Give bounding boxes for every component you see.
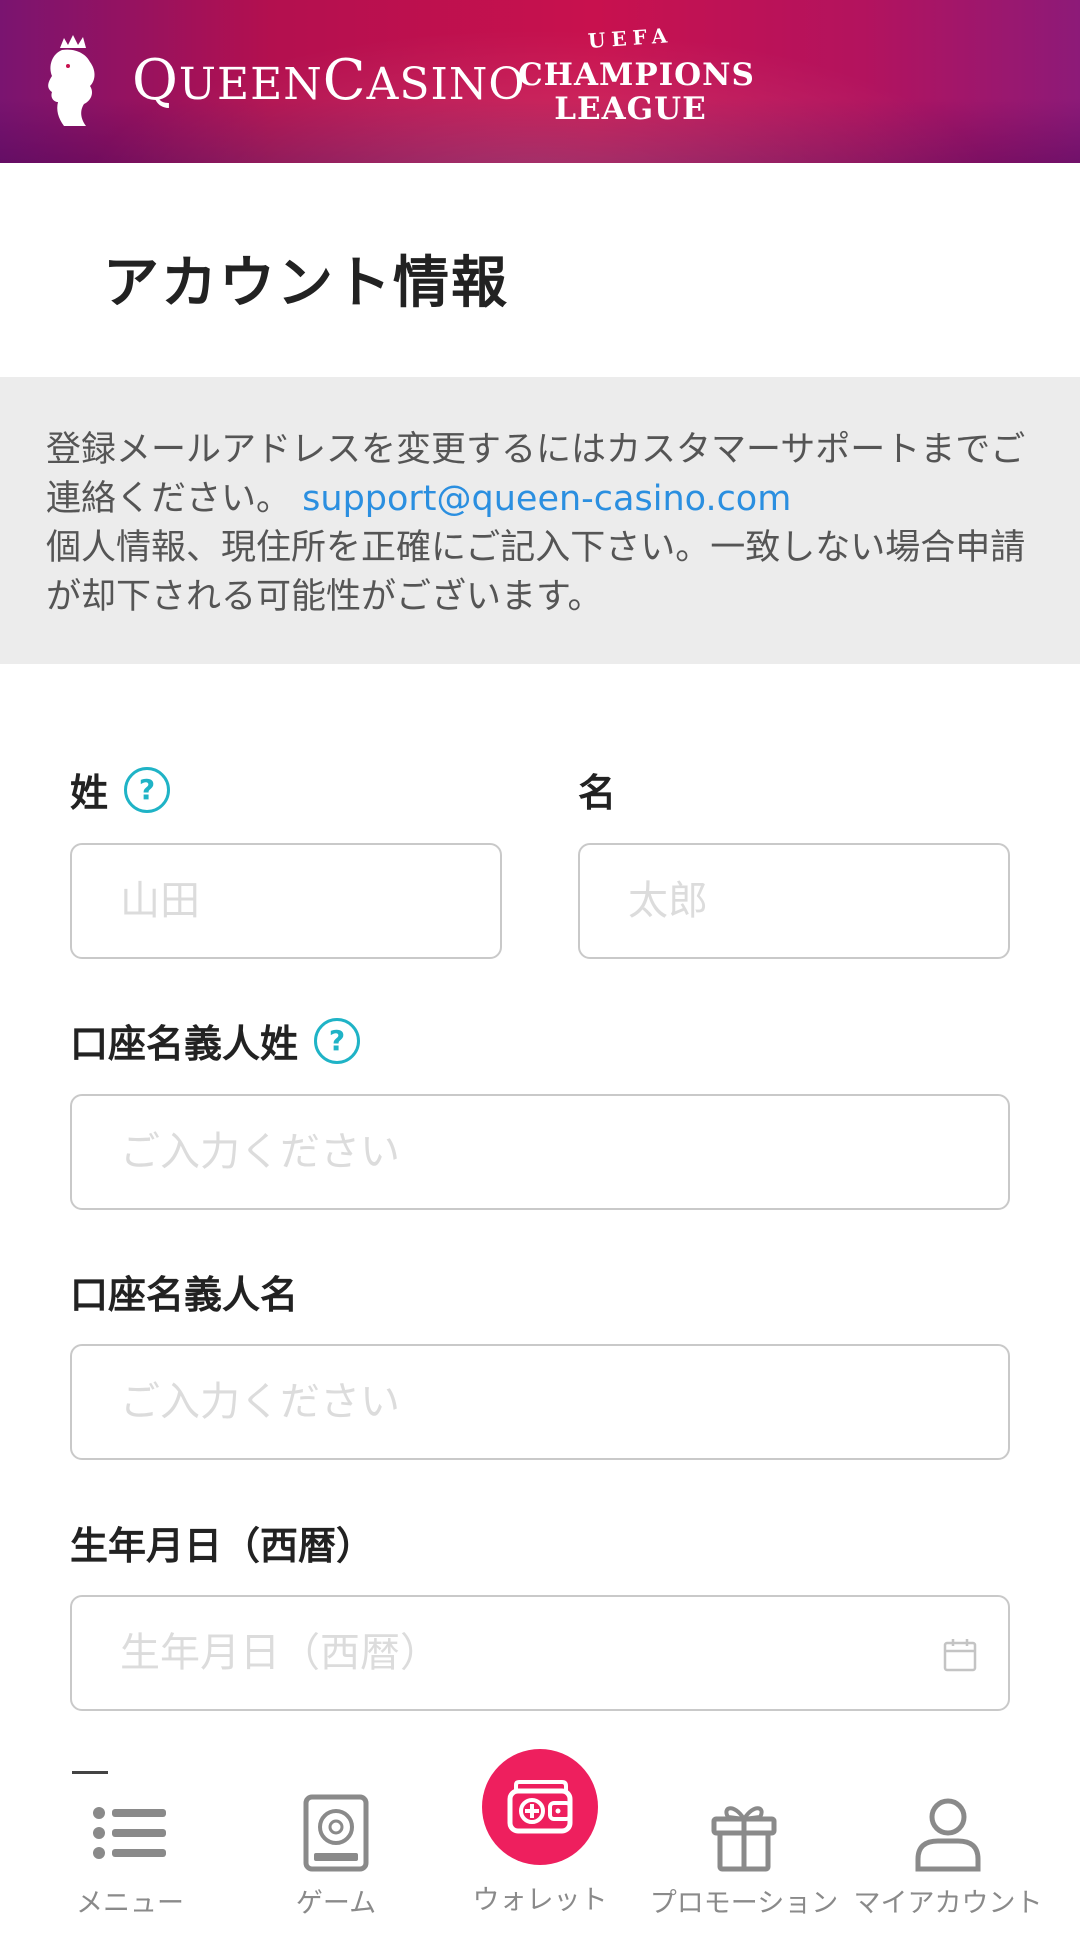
help-icon[interactable]: ? xyxy=(314,1017,361,1064)
user-icon xyxy=(915,1798,981,1872)
calendar-icon[interactable] xyxy=(942,1637,978,1673)
gift-icon xyxy=(711,1806,777,1872)
first-name-input[interactable] xyxy=(580,845,1008,957)
league-text: LEAGUE xyxy=(554,91,707,127)
brand-wordmark: QUEENCASINO xyxy=(132,47,526,113)
first-name-field[interactable] xyxy=(578,843,1010,959)
partial-label-divider xyxy=(72,1771,108,1774)
queen-silhouette-icon xyxy=(48,35,95,127)
nav-label-wallet: ウォレット xyxy=(472,1885,608,1916)
nav-item-menu[interactable]: メニュー xyxy=(30,1793,230,1920)
nav-item-game[interactable]: ゲーム xyxy=(236,1793,436,1920)
last-name-input[interactable] xyxy=(72,845,500,957)
last-name-label: 姓 ? xyxy=(70,762,171,817)
nav-label-menu: メニュー xyxy=(76,1888,184,1919)
notice-box: 登録メールアドレスを変更するにはカスタマーサポートまでご連絡ください。 supp… xyxy=(0,377,1080,664)
account-last-name-input[interactable] xyxy=(72,1096,1008,1208)
nav-label-promotion: プロモーション xyxy=(649,1888,839,1919)
slot-machine-icon xyxy=(303,1794,369,1872)
account-first-name-label: 口座名義人名 xyxy=(70,1264,298,1319)
account-last-name-label-text: 口座名義人姓 xyxy=(70,1022,299,1066)
header-banner: QUEENCASINO UEFA CHAMPIONS LEAGUE xyxy=(0,0,1080,163)
account-first-name-field[interactable] xyxy=(70,1344,1010,1460)
account-first-name-input[interactable] xyxy=(72,1346,1008,1458)
account-last-name-field[interactable] xyxy=(70,1094,1010,1210)
notice-line-2: 個人情報、現住所を正確にご記入下さい。一致しない場合申請が却下される可能性がござ… xyxy=(46,528,1026,617)
notice-text: 登録メールアドレスを変更するにはカスタマーサポートまでご連絡ください。 supp… xyxy=(46,426,1046,622)
champions-league-logo: UEFA CHAMPIONS LEAGUE xyxy=(518,23,755,136)
account-first-name-label-text: 口座名義人名 xyxy=(70,1273,299,1317)
birthdate-label-text: 生年月日（西暦） xyxy=(70,1524,375,1568)
last-name-field[interactable] xyxy=(70,843,502,959)
nav-item-promotion[interactable]: プロモーション xyxy=(644,1793,844,1920)
uefa-text: UEFA xyxy=(587,23,674,53)
champions-text: CHAMPIONS xyxy=(518,57,755,93)
nav-label-my-account: マイアカウント xyxy=(853,1888,1043,1919)
birthdate-label: 生年月日（西暦） xyxy=(70,1515,374,1570)
last-name-label-text: 姓 xyxy=(70,771,109,815)
wallet-icon xyxy=(507,1780,573,1834)
nav-item-my-account[interactable]: マイアカウント xyxy=(848,1793,1048,1920)
page-title: アカウント情報 xyxy=(103,251,509,316)
help-icon[interactable]: ? xyxy=(124,766,171,813)
wallet-button[interactable] xyxy=(482,1749,598,1865)
first-name-label: 名 xyxy=(578,762,616,817)
birthdate-input[interactable] xyxy=(72,1597,1008,1709)
nav-label-game: ゲーム xyxy=(295,1888,377,1919)
first-name-label-text: 名 xyxy=(578,771,617,815)
support-email-link[interactable]: support@queen-casino.com xyxy=(302,479,791,519)
menu-list-icon xyxy=(93,1807,166,1859)
birthdate-field[interactable] xyxy=(70,1595,1010,1711)
queen-casino-logo[interactable]: QUEENCASINO xyxy=(40,25,525,135)
account-last-name-label: 口座名義人姓 ? xyxy=(70,1013,361,1068)
